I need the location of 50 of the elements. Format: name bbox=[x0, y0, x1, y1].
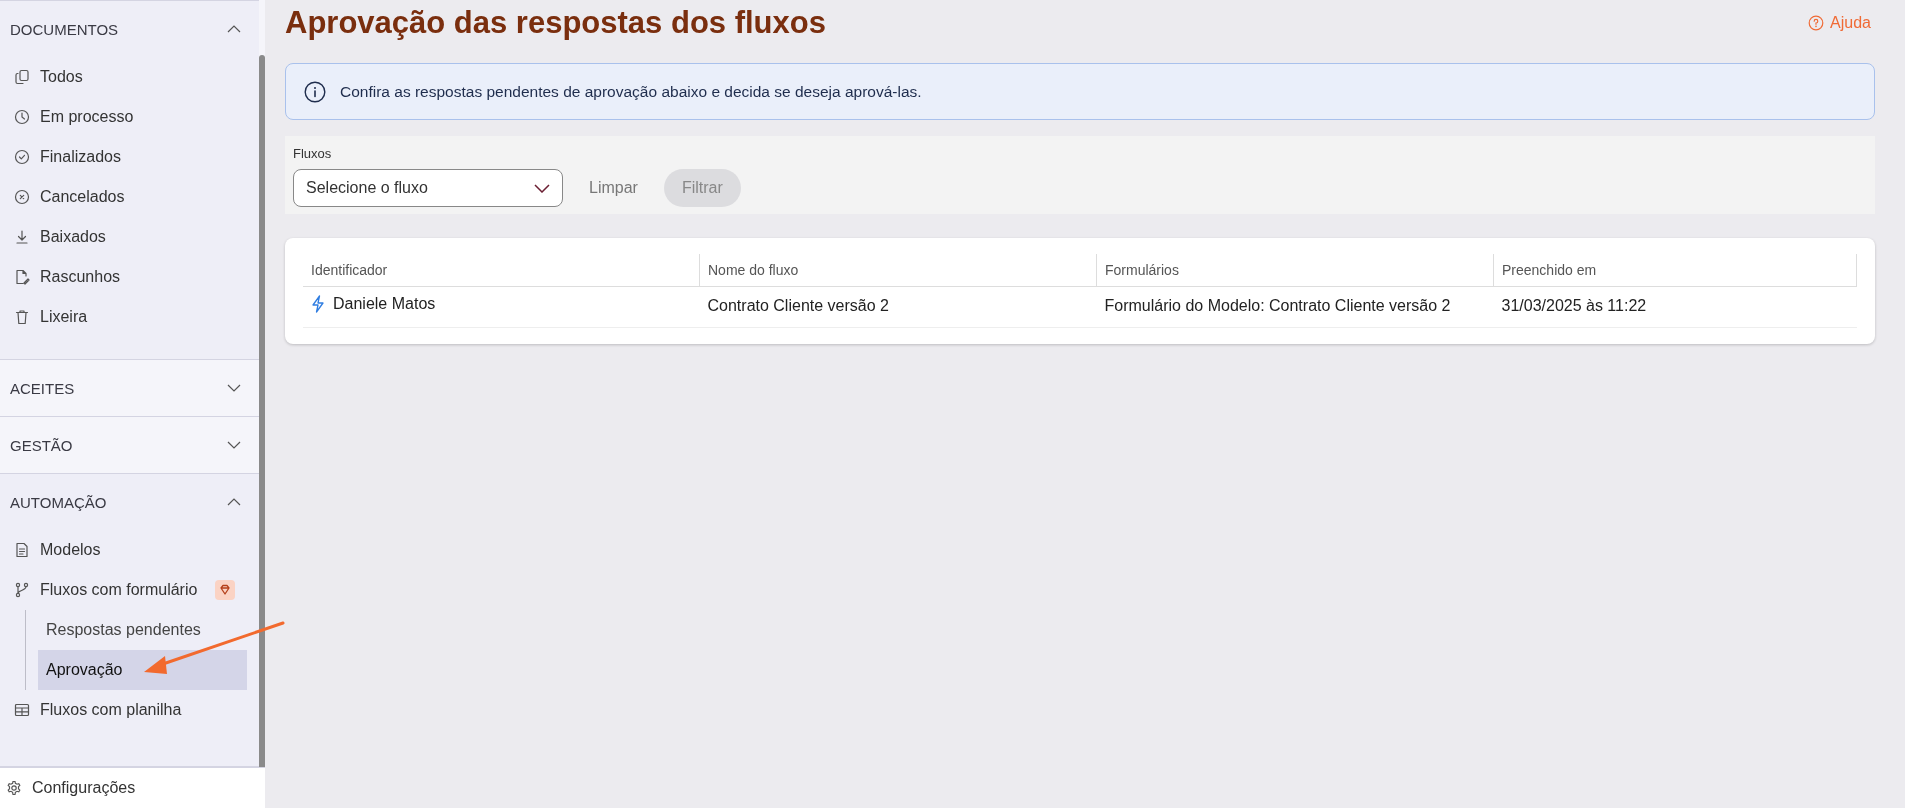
chevron-up-icon[interactable] bbox=[227, 25, 241, 33]
sidebar-item[interactable]: Finalizados bbox=[0, 137, 259, 177]
sidebar-item[interactable]: Todos bbox=[0, 57, 259, 97]
table-icon bbox=[14, 702, 30, 718]
flow-select[interactable]: Selecione o fluxo bbox=[293, 169, 563, 207]
lightning-icon bbox=[311, 295, 325, 313]
table-cell: Contrato Cliente versão 2 bbox=[707, 297, 889, 314]
branch-icon bbox=[14, 582, 30, 598]
help-icon bbox=[1808, 15, 1825, 31]
section-title[interactable]: ACEITES bbox=[10, 379, 75, 397]
trash-icon bbox=[14, 309, 30, 325]
info-icon bbox=[304, 80, 326, 103]
x-circle-icon bbox=[14, 189, 30, 205]
chevron-up-icon[interactable] bbox=[227, 498, 241, 506]
field-label: Fluxos bbox=[293, 146, 333, 161]
column-header: Nome do fluxo bbox=[699, 254, 1097, 287]
download-icon bbox=[14, 229, 30, 245]
sidebar-item[interactable]: Rascunhos bbox=[0, 257, 259, 297]
sidebar-subitem[interactable]: Aprovação bbox=[38, 650, 247, 690]
section-title[interactable]: GESTÃO bbox=[10, 436, 73, 454]
info-text: Confira as respostas pendentes de aprovação abaixo e decida se deseja aprová-las. bbox=[340, 82, 922, 101]
sidebar-item[interactable]: Lixeira bbox=[0, 297, 259, 337]
scrollbar[interactable] bbox=[259, 55, 265, 767]
table-cell: Daniele Matos bbox=[333, 295, 436, 313]
sidebar-item[interactable]: Cancelados bbox=[0, 177, 259, 217]
document-pen-icon bbox=[14, 269, 30, 285]
settings-link[interactable]: Configurações bbox=[0, 767, 265, 808]
sidebar-subitem[interactable]: Respostas pendentes bbox=[38, 610, 247, 650]
column-header: Preenchido em bbox=[1493, 254, 1857, 287]
chevron-down-icon bbox=[534, 183, 550, 193]
sidebar-item[interactable]: Em processo bbox=[0, 97, 259, 137]
clock-icon bbox=[14, 109, 30, 125]
page-title: Aprovação das respostas dos fluxos bbox=[285, 5, 826, 41]
column-header: Identificador bbox=[303, 254, 700, 287]
table-cell: Formulário do Modelo: Contrato Cliente versão 2 bbox=[1104, 297, 1451, 314]
chevron-down-icon[interactable] bbox=[227, 441, 241, 449]
settings-icon bbox=[6, 780, 22, 796]
section-title[interactable]: DOCUMENTOS bbox=[10, 20, 119, 38]
chevron-down-icon[interactable] bbox=[227, 384, 241, 392]
section-title[interactable]: AUTOMAÇÃO bbox=[10, 493, 107, 511]
clear-button[interactable]: Limpar bbox=[573, 171, 654, 205]
sidebar-item[interactable]: Baixados bbox=[0, 217, 259, 257]
sidebar-item[interactable]: Modelos bbox=[0, 530, 259, 570]
copy-icon bbox=[14, 69, 30, 85]
column-header: Formulários bbox=[1096, 254, 1494, 287]
document-icon bbox=[14, 542, 30, 558]
sidebar-item[interactable]: Fluxos com planilha bbox=[0, 690, 259, 730]
table-cell: 31/03/2025 às 11:22 bbox=[1501, 297, 1647, 314]
check-circle-icon bbox=[14, 149, 30, 165]
sidebar-item[interactable]: Fluxos com formulário bbox=[0, 570, 259, 610]
